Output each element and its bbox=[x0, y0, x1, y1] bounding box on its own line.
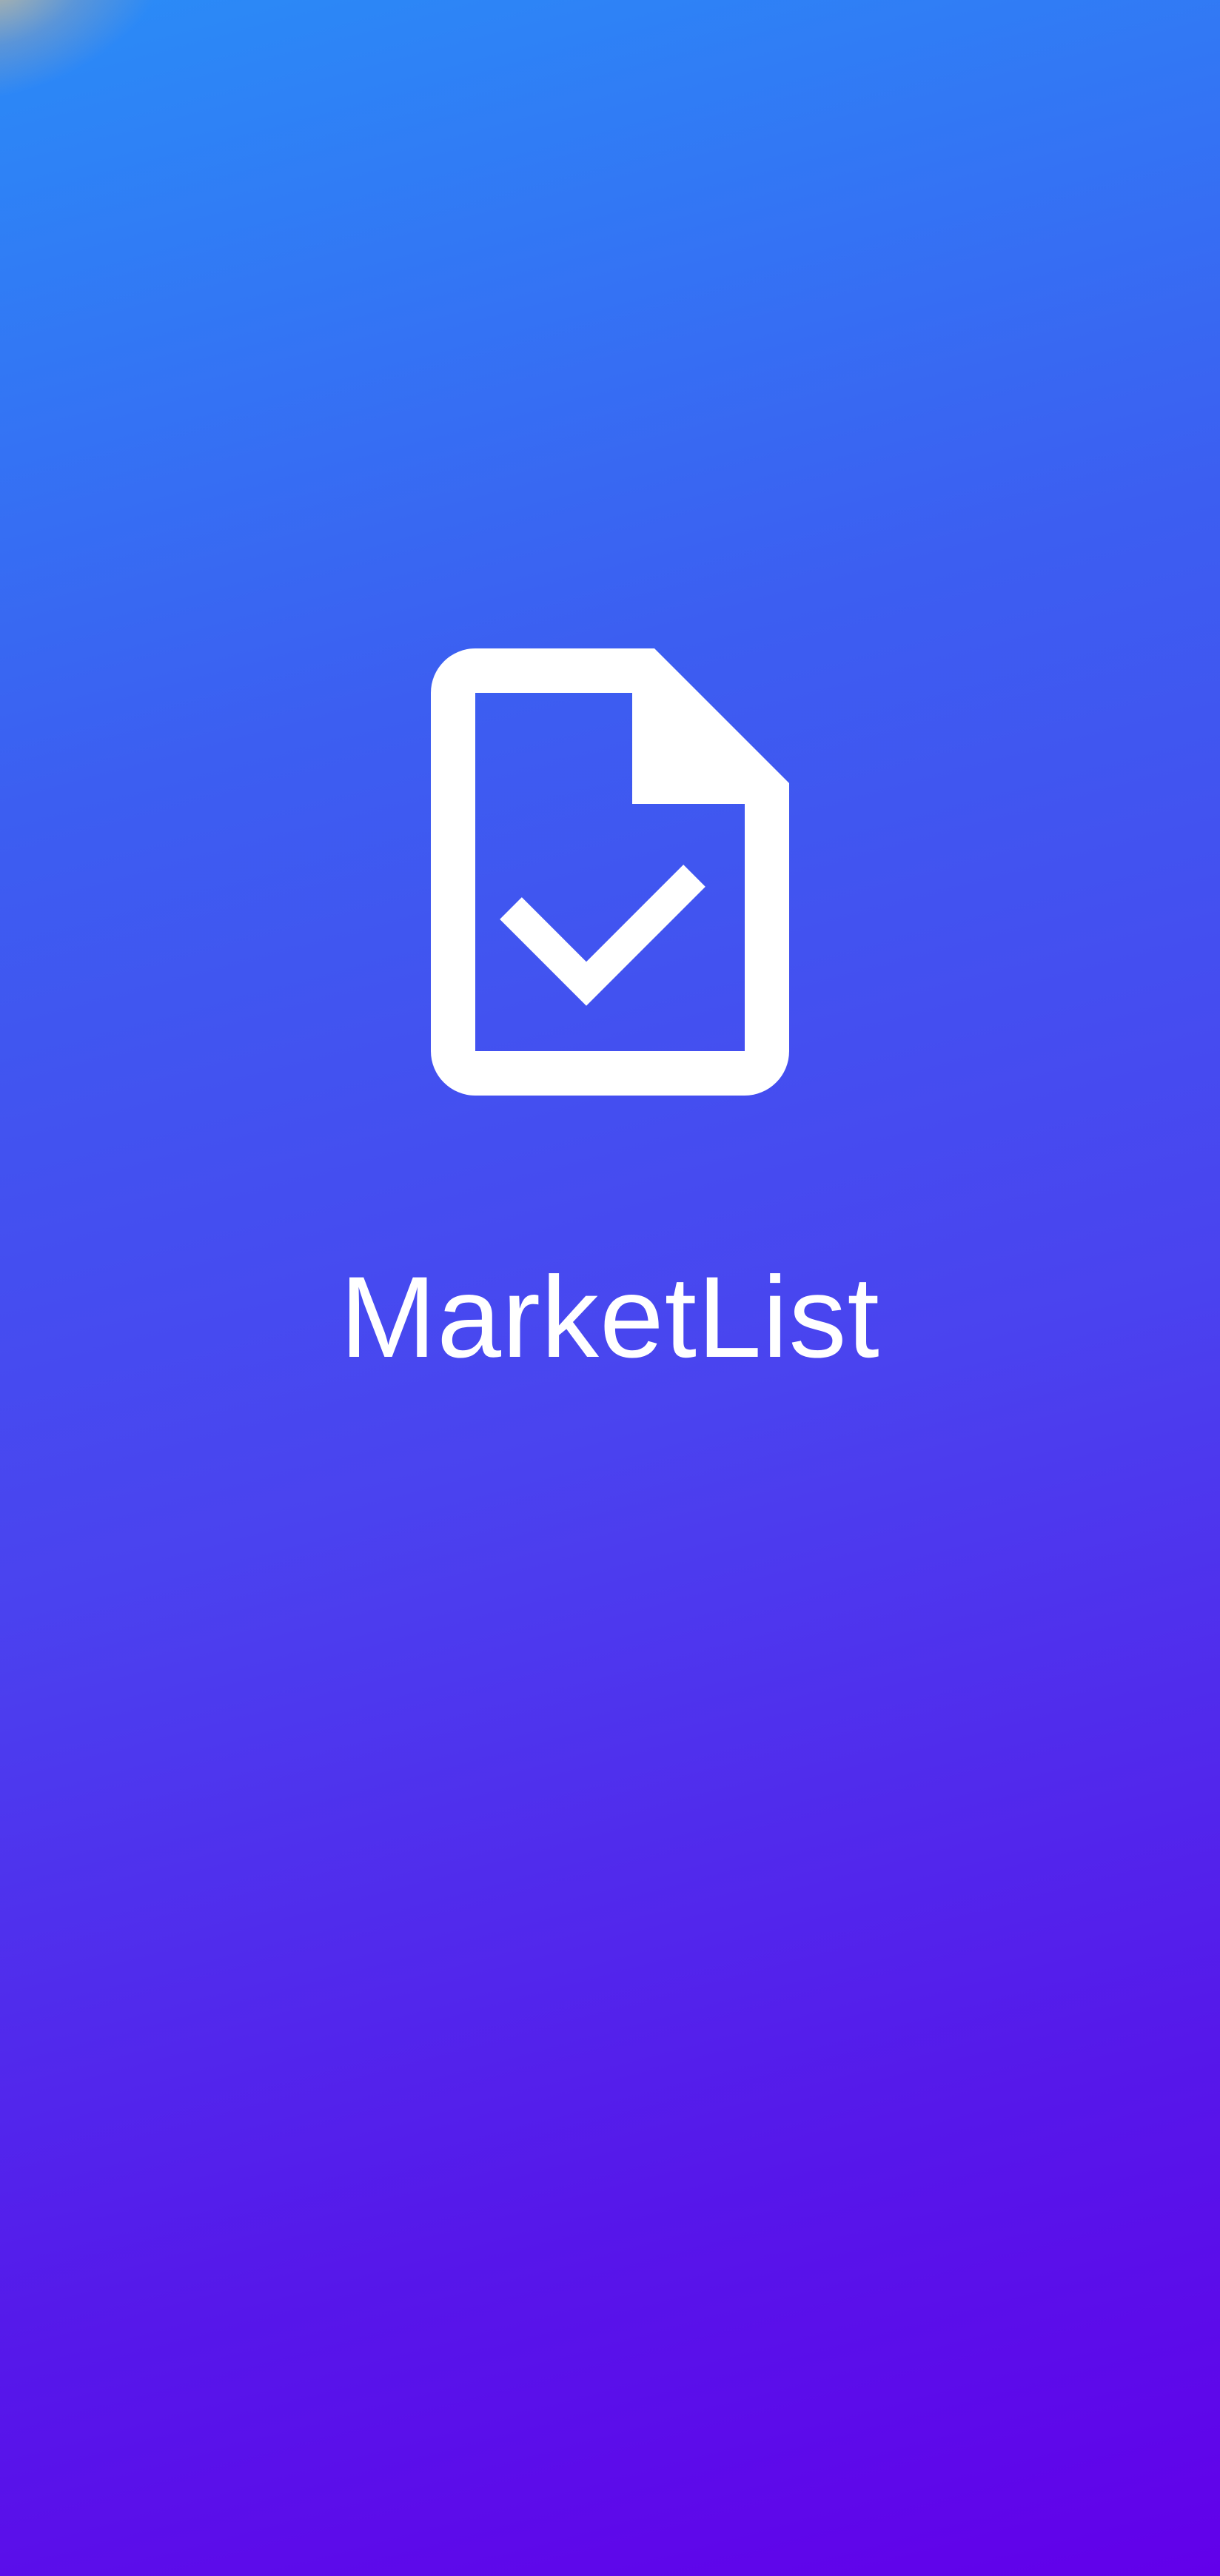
splash-screen: MarketList bbox=[0, 0, 1220, 2576]
document-check-icon bbox=[431, 648, 789, 1096]
app-name: MarketList bbox=[340, 1253, 880, 1382]
corner-glow bbox=[0, 0, 198, 118]
